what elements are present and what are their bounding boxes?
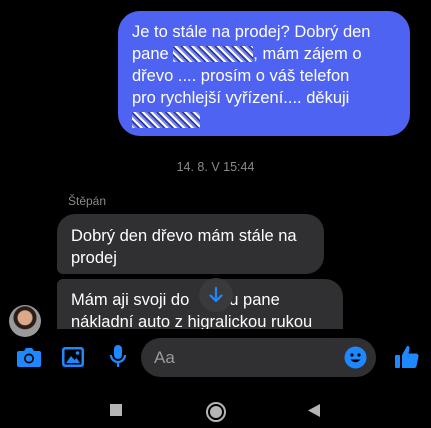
outgoing-line-4: pro rychlejší vyřízení.... děkuji bbox=[132, 89, 350, 107]
scroll-down-icon bbox=[209, 286, 223, 303]
emoji-button[interactable] bbox=[344, 346, 367, 369]
nav-home-button[interactable] bbox=[205, 401, 227, 423]
nav-recents-button[interactable] bbox=[109, 403, 123, 417]
microphone-icon bbox=[109, 345, 127, 367]
scroll-down-button[interactable] bbox=[199, 278, 233, 312]
like-button[interactable] bbox=[393, 343, 421, 371]
redacted-name bbox=[173, 46, 254, 62]
avatar[interactable] bbox=[9, 305, 41, 337]
message-input[interactable]: Aa bbox=[141, 338, 376, 377]
emoji-icon bbox=[344, 346, 367, 369]
outgoing-line-5 bbox=[132, 109, 398, 131]
outgoing-line-3: dřevo .... prosím o váš telefon bbox=[132, 67, 350, 85]
incoming-message-bubble[interactable]: Dobrý den dřevo mám stále na prodej bbox=[57, 214, 324, 274]
nav-back-icon bbox=[308, 403, 320, 417]
camera-icon bbox=[17, 348, 41, 367]
incoming-line-1-end: u pane bbox=[229, 291, 280, 309]
gallery-button[interactable] bbox=[60, 345, 86, 369]
gallery-icon bbox=[62, 347, 84, 367]
incoming-message-text: Dobrý den dřevo mám stále na prodej bbox=[71, 227, 297, 267]
outgoing-message-bubble[interactable]: Je to stále na prodej? Dobrý den pane , … bbox=[118, 11, 410, 136]
message-timestamp: 14. 8. V 15:44 bbox=[176, 160, 255, 174]
message-input-placeholder: Aa bbox=[154, 348, 175, 367]
outgoing-line-1: Je to stále na prodej? Dobrý den bbox=[132, 23, 371, 41]
nav-back-button[interactable] bbox=[307, 403, 321, 417]
microphone-button[interactable] bbox=[107, 344, 129, 370]
incoming-line-1-start: Mám aji svoji do bbox=[71, 291, 190, 309]
like-icon bbox=[395, 345, 419, 369]
sender-name: Štěpán bbox=[68, 194, 107, 208]
nav-recents-icon bbox=[110, 404, 122, 416]
outgoing-line-2-start: pane bbox=[132, 45, 174, 63]
redacted-signature bbox=[132, 112, 200, 128]
outgoing-line-2-end: , mám zájem o bbox=[253, 45, 362, 63]
incoming-line-2: nákladní auto z higralickou rukou bbox=[71, 313, 313, 329]
outgoing-line-2: pane , mám zájem o bbox=[132, 43, 398, 65]
nav-home-icon bbox=[206, 402, 226, 422]
camera-button[interactable] bbox=[15, 345, 43, 369]
